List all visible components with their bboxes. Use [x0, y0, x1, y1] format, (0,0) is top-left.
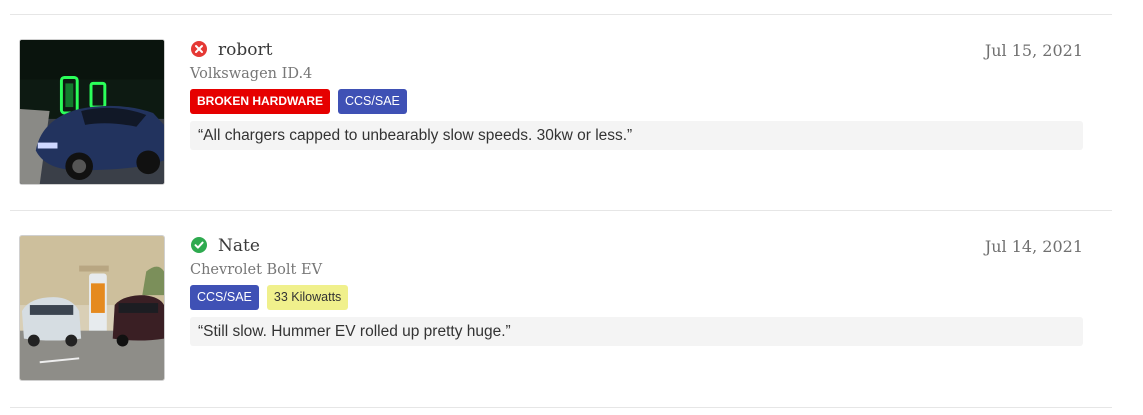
plug-type-tag: CCS/SAE	[338, 89, 407, 114]
power-tag: 33 Kilowatts	[266, 285, 349, 310]
checkin-comment: “All chargers capped to unbearably slow …	[190, 121, 1083, 150]
checkin-date: Jul 15, 2021	[984, 41, 1083, 60]
tag-list: CCS/SAE 33 Kilowatts	[190, 285, 349, 310]
divider	[10, 407, 1112, 408]
vehicle-name: Volkswagen ID.4	[190, 66, 313, 82]
checkin-comment: “Still slow. Hummer EV rolled up pretty …	[190, 317, 1083, 346]
tag-list: BROKEN HARDWARE CCS/SAE	[190, 89, 407, 114]
checkin-item: Nate Chevrolet Bolt EV Jul 14, 2021 CCS/…	[0, 235, 1143, 415]
checkin-date: Jul 14, 2021	[984, 237, 1083, 256]
user-name[interactable]: Nate	[218, 236, 260, 256]
divider	[10, 210, 1112, 211]
x-circle-icon	[191, 41, 207, 57]
plug-type-tag: CCS/SAE	[190, 285, 259, 310]
problem-tag: BROKEN HARDWARE	[190, 89, 330, 114]
checkin-photo[interactable]	[19, 39, 165, 185]
vehicle-name: Chevrolet Bolt EV	[190, 262, 323, 278]
check-circle-icon	[191, 237, 207, 253]
checkin-photo[interactable]	[19, 235, 165, 381]
night-charging-station-photo	[20, 40, 164, 184]
daytime-charging-station-photo	[20, 236, 164, 380]
divider	[10, 14, 1112, 15]
checkin-feed: robort Volkswagen ID.4 Jul 15, 2021 BROK…	[0, 0, 1143, 415]
checkin-item: robort Volkswagen ID.4 Jul 15, 2021 BROK…	[0, 39, 1143, 235]
user-name[interactable]: robort	[218, 40, 272, 60]
